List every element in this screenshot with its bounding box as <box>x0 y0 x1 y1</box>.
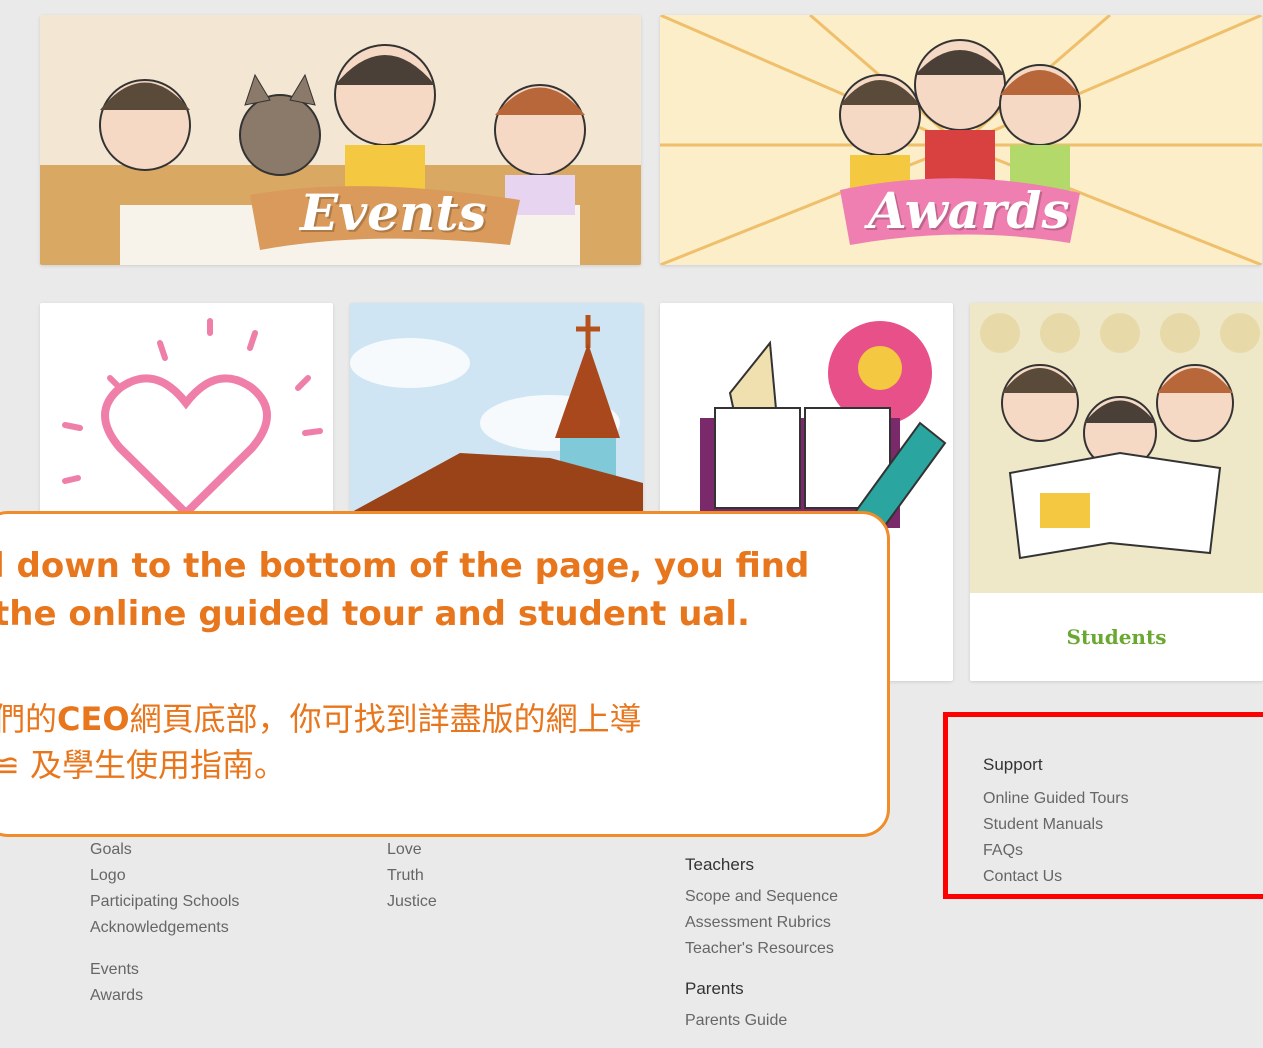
callout-chinese-ceo: CEO <box>57 700 130 738</box>
footer-teachers-list: Scope and Sequence Assessment Rubrics Te… <box>685 884 838 962</box>
footer-link-love[interactable]: Love <box>387 837 437 863</box>
awards-banner[interactable]: Awards <box>660 15 1262 265</box>
footer-link-events[interactable]: Events <box>90 957 143 983</box>
footer-link-acknowledgements[interactable]: Acknowledgements <box>90 915 239 941</box>
callout-chinese-text: 們的CEO網頁底部，你可找到詳盡版的網上導 ≌ 及學生使用指南。 <box>0 696 883 788</box>
callout-chinese-line2: ≌ 及學生使用指南。 <box>0 746 286 784</box>
footer-heading-teachers: Teachers <box>685 855 754 874</box>
footer-heading-parents: Parents <box>685 979 744 998</box>
awards-banner-title: Awards <box>868 181 1070 240</box>
footer-link-goals[interactable]: Goals <box>90 837 239 863</box>
footer-link-awards[interactable]: Awards <box>90 983 143 1009</box>
events-banner[interactable]: Events <box>40 15 641 265</box>
footer-about-list-2: Events Awards <box>90 957 143 1009</box>
footer-values-list: Love Truth Justice <box>387 837 437 915</box>
events-banner-title: Events <box>300 183 487 242</box>
students-tile-label: Students <box>970 593 1263 681</box>
footer-link-assessment-rubrics[interactable]: Assessment Rubrics <box>685 910 838 936</box>
footer-link-participating-schools[interactable]: Participating Schools <box>90 889 239 915</box>
footer-parents-list: Parents Guide <box>685 1008 787 1034</box>
footer-link-truth[interactable]: Truth <box>387 863 437 889</box>
callout-english-text: l down to the bottom of the page, you fi… <box>0 546 810 634</box>
tile-students[interactable]: Students <box>970 303 1263 681</box>
instruction-callout: l down to the bottom of the page, you fi… <box>0 511 890 837</box>
footer-link-logo[interactable]: Logo <box>90 863 239 889</box>
footer-link-scope-and-sequence[interactable]: Scope and Sequence <box>685 884 838 910</box>
footer-about-list: Goals Logo Participating Schools Acknowl… <box>90 837 239 941</box>
footer-link-justice[interactable]: Justice <box>387 889 437 915</box>
footer-link-parents-guide[interactable]: Parents Guide <box>685 1008 787 1034</box>
support-highlight-box <box>943 712 1263 899</box>
footer-link-teachers-resources[interactable]: Teacher's Resources <box>685 936 838 962</box>
callout-chinese-prefix: 們的 <box>0 700 58 738</box>
students-illustration <box>970 303 1263 593</box>
callout-chinese-line1: 網頁底部，你可找到詳盡版的網上導 <box>129 700 642 738</box>
